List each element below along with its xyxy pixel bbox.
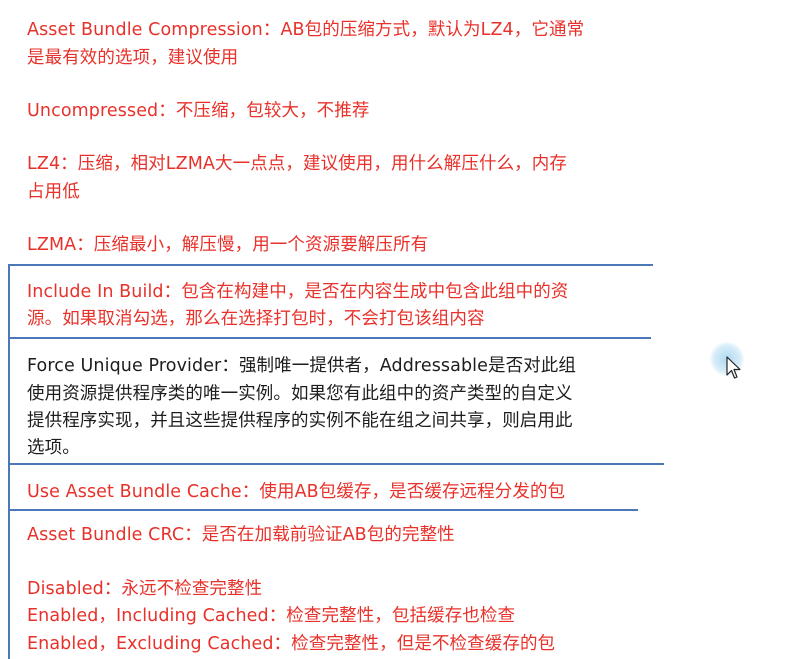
crc-enabled-excluding-line: Enabled，Excluding Cached：检查完整性，但是不检查缓存的包 — [27, 634, 556, 654]
mouse-pointer-icon — [726, 356, 741, 379]
lzma-line: LZMA：压缩最小，解压慢，用一个资源要解压所有 — [27, 235, 429, 255]
separator-4 — [10, 509, 638, 511]
notes-panel: Asset Bundle Compression：AB包的压缩方式，默认为LZ4… — [0, 0, 797, 659]
crc-disabled-line: Disabled：永远不检查完整性 — [27, 579, 263, 599]
use-asset-bundle-cache-line: Use Asset Bundle Cache：使用AB包缓存，是否缓存远程分发的… — [27, 482, 566, 502]
left-rule — [8, 264, 10, 659]
separator-3 — [10, 463, 664, 465]
crc-enabled-including-line: Enabled，Including Cached：检查完整性，包括缓存也检查 — [27, 606, 516, 626]
separator-2 — [10, 337, 651, 339]
force-unique-provider-line-3: 提供程序实现，并且这些提供程序的实例不能在组之间共享，则启用此 — [27, 411, 573, 431]
include-in-build-line-1: Include In Build：包含在构建中，是否在内容生成中包含此组中的资 — [27, 282, 569, 302]
lz4-line-1: LZ4：压缩，相对LZMA大一点点，建议使用，用什么解压什么，内存 — [27, 154, 567, 174]
compression-line-2: 是最有效的选项，建议使用 — [27, 48, 239, 68]
compression-line-1: Asset Bundle Compression：AB包的压缩方式，默认为LZ4… — [27, 20, 585, 40]
asset-bundle-crc-line: Asset Bundle CRC：是否在加载前验证AB包的完整性 — [27, 525, 455, 545]
uncompressed-line: Uncompressed：不压缩，包较大，不推荐 — [27, 101, 370, 121]
force-unique-provider-line-2: 使用资源提供程序类的唯一实例。如果您有此组中的资产类型的自定义 — [27, 384, 573, 404]
lz4-line-2: 占用低 — [27, 182, 80, 202]
separator-1 — [10, 264, 653, 266]
force-unique-provider-line-1: Force Unique Provider：强制唯一提供者，Addressabl… — [27, 356, 577, 376]
include-in-build-line-2: 源。如果取消勾选，那么在选择打包时，不会打包该组内容 — [27, 309, 485, 329]
force-unique-provider-line-4: 选项。 — [27, 438, 80, 458]
